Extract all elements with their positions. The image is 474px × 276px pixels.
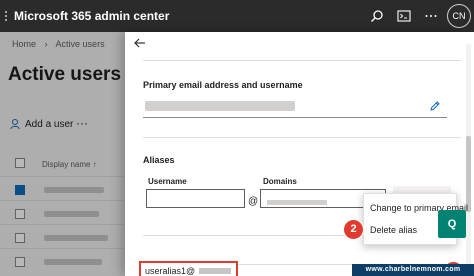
modal-overlay[interactable]: [0, 32, 125, 276]
terminal-icon[interactable]: [397, 9, 411, 23]
back-arrow-icon[interactable]: [133, 36, 147, 50]
scrollbar-thumb[interactable]: [466, 136, 471, 212]
redacted-email: [145, 101, 295, 111]
redacted-alias-domain: [199, 268, 231, 274]
at-symbol: @: [248, 196, 259, 207]
app-title: Microsoft 365 admin center: [14, 9, 170, 23]
menu-item-delete-alias[interactable]: Delete alias: [370, 225, 417, 235]
avatar[interactable]: CN: [447, 4, 471, 28]
search-icon[interactable]: [370, 9, 384, 23]
alias-value: useralias1@: [145, 266, 196, 276]
watermark: www.charbelnemnom.com: [352, 264, 474, 276]
section-divider: [143, 60, 461, 61]
edit-pencil-icon[interactable]: [429, 100, 441, 112]
username-input[interactable]: [146, 189, 245, 208]
aliases-heading: Aliases: [143, 155, 175, 165]
domains-label: Domains: [263, 177, 297, 186]
section-divider: [143, 137, 461, 138]
alias-entry-highlight: useralias1@: [139, 261, 238, 276]
primary-email-field: [143, 94, 447, 118]
annotation-badge-2: 2: [344, 220, 363, 239]
panel-scrollbar[interactable]: [466, 44, 471, 264]
username-label: Username: [148, 177, 187, 186]
help-chat-button[interactable]: Q: [438, 210, 466, 238]
top-bar: Microsoft 365 admin center CN: [0, 0, 474, 32]
more-options-icon[interactable]: [424, 9, 438, 23]
primary-email-label: Primary email address and username: [143, 80, 303, 90]
redacted-domain: [267, 200, 327, 205]
